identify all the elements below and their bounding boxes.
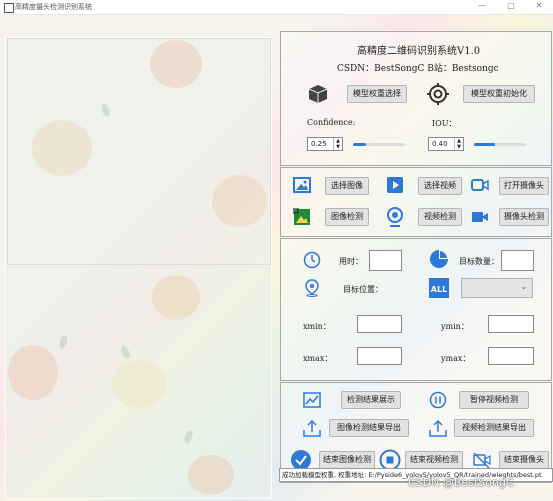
model-section: 高精度二维码识别系统V1.0 CSDN：BestSongC B站：Bestson… [280, 31, 552, 166]
iou-slider[interactable] [474, 143, 526, 146]
control-panel: 高精度二维码识别系统V1.0 CSDN：BestSongC B站：Bestson… [279, 31, 553, 501]
elapsed-time-label: 用时： [339, 257, 363, 266]
minimize-button[interactable]: — [468, 1, 496, 13]
stop-video-detect-button[interactable]: 结束视频检测 [405, 451, 463, 469]
app-title: 高精度二维码识别系统V1.0 [357, 46, 481, 57]
ymax-label: ymax： [441, 354, 471, 363]
pause-icon [429, 391, 447, 409]
location-pin-icon [305, 279, 319, 297]
init-weights-button[interactable]: 模型权重初始化 [463, 85, 535, 103]
ymin-field [488, 315, 534, 333]
video-detect-button[interactable]: 视频检测 [418, 208, 462, 226]
confidence-value: 0.25 [311, 140, 327, 148]
result-info-section: 用时： 目标数量： 目标位置： ALL ⌄ xmin： ymin： xmax： … [280, 238, 552, 381]
image-display-frame [7, 38, 271, 265]
spin-arrows-icon[interactable]: ▲ ▼ [454, 138, 463, 150]
image-detect-icon [293, 208, 310, 225]
select-video-button[interactable]: 选择视频 [418, 177, 462, 195]
upload-icon [429, 419, 447, 437]
target-position-label: 目标位置： [343, 285, 383, 294]
clock-icon [303, 251, 321, 269]
xmax-field [357, 347, 402, 365]
export-video-result-button[interactable]: 视频检测结果导出 [454, 419, 534, 437]
confidence-label: Confidence: [307, 118, 356, 127]
xmax-label: xmax： [303, 354, 333, 363]
confidence-slider[interactable] [353, 143, 405, 146]
iou-value: 0.40 [432, 140, 448, 148]
close-button[interactable]: ✕ [525, 1, 553, 13]
settings-target-icon [427, 83, 449, 105]
stop-image-detect-button[interactable]: 结束图像检测 [319, 451, 375, 469]
target-position-select[interactable]: ⌄ [461, 278, 533, 298]
select-image-button[interactable]: 选择图像 [325, 177, 369, 195]
open-camera-button[interactable]: 打开摄像头 [499, 177, 549, 195]
iou-spinbox[interactable]: 0.40 ▲ ▼ [428, 137, 464, 151]
camera-detect-button[interactable]: 摄像头检测 [499, 208, 549, 226]
pie-chart-icon [430, 250, 448, 268]
watermark: CSDN @BestSongC [408, 476, 514, 489]
chevron-down-icon: ⌄ [520, 282, 527, 291]
cube-icon [308, 85, 328, 103]
window-title: 高精度摄头检测识别系统 [15, 3, 92, 11]
elapsed-time-field [369, 250, 402, 271]
xmin-field [357, 315, 402, 333]
target-count-field [501, 250, 534, 271]
confidence-slider-fill [353, 143, 366, 146]
app-icon [4, 3, 14, 13]
all-targets-icon: ALL [429, 278, 449, 298]
svg-text:ALL: ALL [431, 285, 447, 294]
confidence-spinbox[interactable]: 0.25 ▲ ▼ [307, 137, 343, 151]
maximize-button[interactable]: □ [497, 1, 525, 13]
show-result-button[interactable]: 检测结果展示 [341, 391, 401, 409]
iou-label: IOU： [432, 119, 457, 128]
stop-camera-button[interactable]: 结束摄像头 [499, 451, 549, 469]
line-chart-icon [303, 392, 321, 408]
webcam-icon [387, 207, 403, 227]
image-icon [293, 177, 311, 193]
main-window: 高精度二维码识别系统V1.0 CSDN：BestSongC B站：Bestson… [0, 15, 553, 501]
iou-slider-fill [474, 143, 495, 146]
spin-arrows-icon[interactable]: ▲ ▼ [333, 138, 342, 150]
camera-detect-icon [472, 212, 488, 222]
camera-icon [471, 179, 489, 191]
ymax-field [488, 347, 534, 365]
ymin-label: ymin： [441, 322, 469, 331]
video-file-icon [387, 177, 403, 193]
media-section: 选择图像 选择视频 打开摄像头 图像检测 视频检测 摄像头检测 [280, 167, 552, 237]
upload-icon [303, 419, 321, 437]
target-count-label: 目标数量： [459, 257, 499, 266]
select-weights-button[interactable]: 模型权重选择 [347, 85, 407, 103]
xmin-label: xmin： [303, 322, 331, 331]
window-titlebar: 高精度摄头检测识别系统 — □ ✕ [0, 0, 553, 15]
image-detect-button[interactable]: 图像检测 [325, 208, 369, 226]
export-image-result-button[interactable]: 图像检测结果导出 [329, 419, 409, 437]
author-info: CSDN：BestSongC B站：Bestsongc [337, 64, 499, 74]
camera-off-icon [473, 452, 491, 469]
pause-video-button[interactable]: 暂停视频检测 [459, 391, 529, 409]
